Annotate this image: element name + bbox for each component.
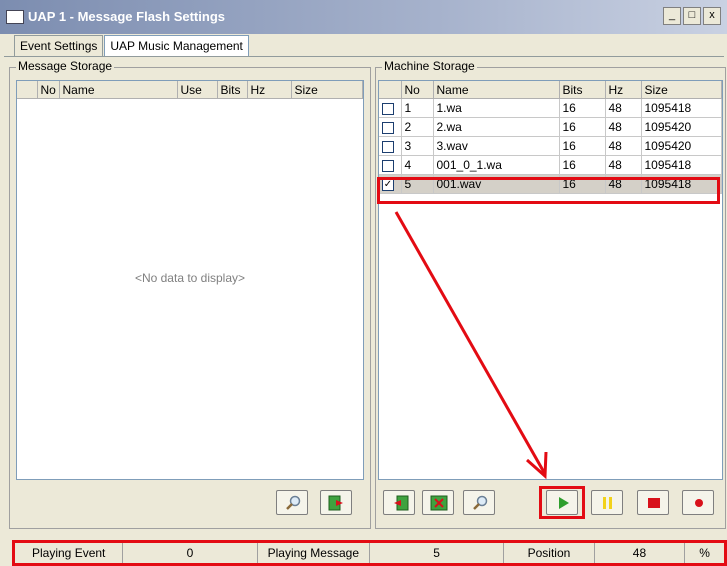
playing-event-value: 0 bbox=[123, 543, 258, 563]
annotation-arrow bbox=[394, 211, 548, 480]
position-value: 48 bbox=[595, 543, 686, 563]
position-label: Position bbox=[504, 543, 595, 563]
percent-label: % bbox=[699, 546, 710, 560]
playing-event-label: Playing Event bbox=[15, 543, 124, 563]
playing-message-label: Playing Message bbox=[257, 543, 370, 563]
playing-message-value: 5 bbox=[370, 543, 505, 563]
status-bar: Playing Event 0 Playing Message 5 Positi… bbox=[12, 540, 727, 566]
